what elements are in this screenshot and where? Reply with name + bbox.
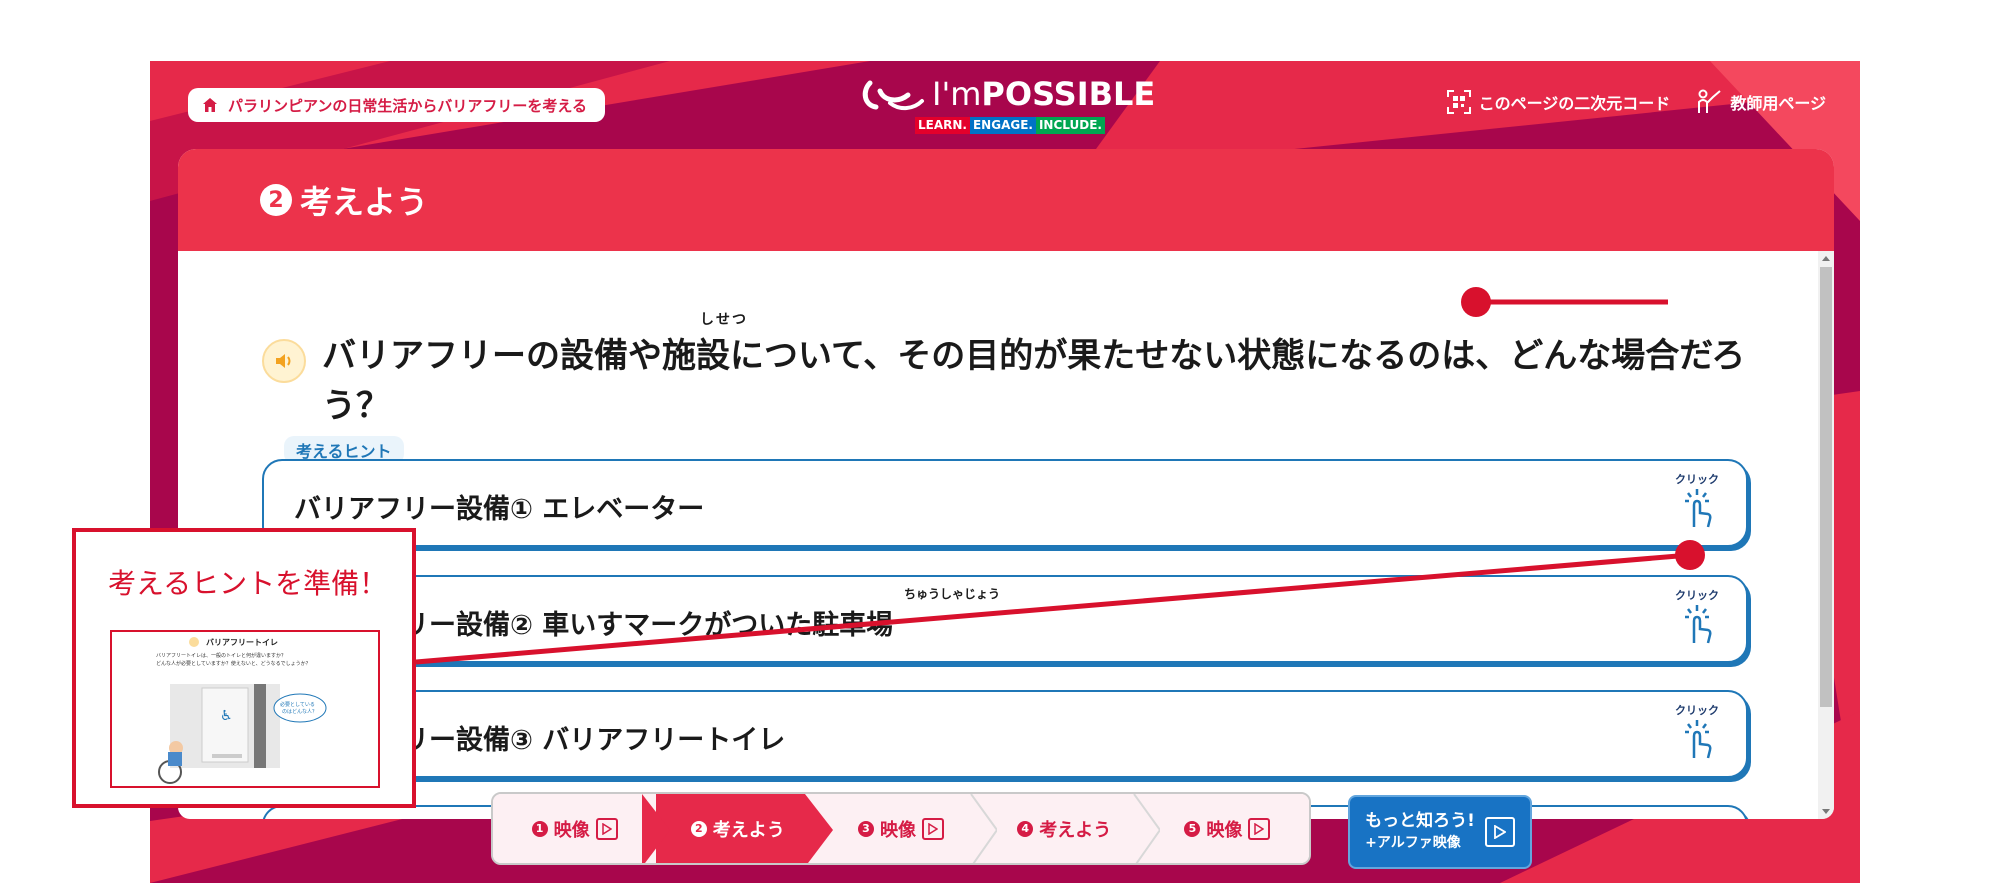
question-text: バリアフリーの設備や施設について、その目的が果たせない状態になるのは、どんな場合… (322, 336, 1746, 426)
panel-scrollbar[interactable] (1818, 251, 1834, 819)
callout-text: 考えるヒントを準備！ (108, 567, 388, 600)
teacher-page-link[interactable]: 教師用ページ (1696, 89, 1826, 115)
hint-card-3[interactable]: バリアフリー設備③ バリアフリートイレ クリック (262, 690, 1748, 778)
step-number-badge: 2 (260, 184, 292, 216)
content-panel: 2 考えよう しせつ バリアフリーの設備や施設について、その目的が果たせない状態… (178, 149, 1834, 819)
svg-text:のはどんな人？: のはどんな人？ (282, 708, 317, 715)
svg-text:♿: ♿ (220, 708, 233, 724)
qr-code-icon (1446, 90, 1471, 114)
play-icon (595, 817, 618, 840)
home-link[interactable]: パラリンピアンの日常生活からバリアフリーを考える (188, 88, 605, 122)
top-header: パラリンピアンの日常生活からバリアフリーを考える I'mPOSSIBLE LEA… (150, 61, 1860, 149)
thumb-body-2: どんな人が必要としていますか？使えないと、どうなるでしょうか？ (156, 660, 311, 667)
tap-hand-icon (1685, 605, 1712, 644)
logo-wordmark: I'mPOSSIBLE (932, 75, 1156, 113)
hint-card-title: バリアフリー設備① エレベーター (294, 494, 705, 525)
qr-code-label: このページの二次元コード (1478, 94, 1671, 113)
step-4-think[interactable]: 4 考えよう (982, 794, 1160, 863)
step-2-think[interactable]: 2 考えよう (656, 794, 834, 863)
tap-hand-icon (1685, 489, 1712, 528)
step-1-video[interactable]: 1 映像 (493, 794, 671, 863)
thumb-body-1: バリアフリートイレは、一般のトイレと何が違いますか？ (156, 652, 286, 659)
agitos-logo-icon (862, 80, 924, 110)
hint-card-1[interactable]: バリアフリー設備① エレベーター クリック (262, 459, 1748, 547)
logo-tagline: LEARN. ENGAGE. INCLUDE. (915, 117, 1105, 134)
qr-code-link[interactable]: このページの二次元コード (1446, 90, 1671, 114)
hint-card-2[interactable]: ちゅうしゃじょう バリアフリー設備② 車いすマークがついた駐車場 クリック (262, 575, 1748, 663)
home-icon (203, 98, 217, 112)
teacher-label: 教師用ページ (1730, 94, 1826, 113)
furigana-shisetsu: しせつ (700, 312, 748, 328)
toilet-hint-thumbnail: バリアフリートイレ バリアフリートイレは、一般のトイレと何が違いますか？ どんな… (110, 630, 380, 788)
speaker-icon[interactable] (262, 339, 306, 383)
header-actions: このページの二次元コード 教師用ページ (1446, 89, 1826, 115)
scroll-down-arrow[interactable] (1822, 809, 1830, 814)
step-5-video[interactable]: 5 映像 (1145, 794, 1309, 863)
annotation-callout: 考えるヒントを準備！ バリアフリートイレ バリアフリートイレは、一般のトイレと何… (72, 528, 416, 808)
panel-header: 2 考えよう (178, 149, 1834, 251)
panel-title: 考えよう (300, 183, 429, 221)
play-icon (922, 817, 944, 840)
home-link-label: パラリンピアンの日常生活からバリアフリーを考える (228, 96, 587, 115)
svg-text:必要としている: 必要としている (280, 701, 315, 708)
click-hint: クリック (1672, 587, 1722, 648)
click-hint: クリック (1672, 702, 1722, 763)
teacher-icon (1698, 89, 1721, 113)
impossible-logo: I'mPOSSIBLE LEARN. ENGAGE. INCLUDE. (860, 75, 1160, 137)
step-3-video[interactable]: 3 映像 (819, 794, 997, 863)
step-navigation: 1 映像 2 考えよう 3 映像 4 考えよう 5 映像 (491, 792, 1311, 865)
more-videos-button[interactable]: もっと知ろう! +アルファ映像 (1348, 795, 1532, 869)
thumb-title: バリアフリートイレ (206, 638, 278, 647)
scrollbar-thumb[interactable] (1820, 267, 1832, 707)
scroll-up-arrow[interactable] (1822, 256, 1830, 261)
click-hint: クリック (1672, 471, 1722, 532)
tap-hand-icon (1685, 720, 1712, 759)
furigana-chushajo: ちゅうしゃじょう (904, 587, 1001, 601)
more-videos-label: もっと知ろう! +アルファ映像 (1365, 811, 1475, 851)
play-icon (1484, 817, 1515, 847)
play-icon (1248, 817, 1271, 840)
